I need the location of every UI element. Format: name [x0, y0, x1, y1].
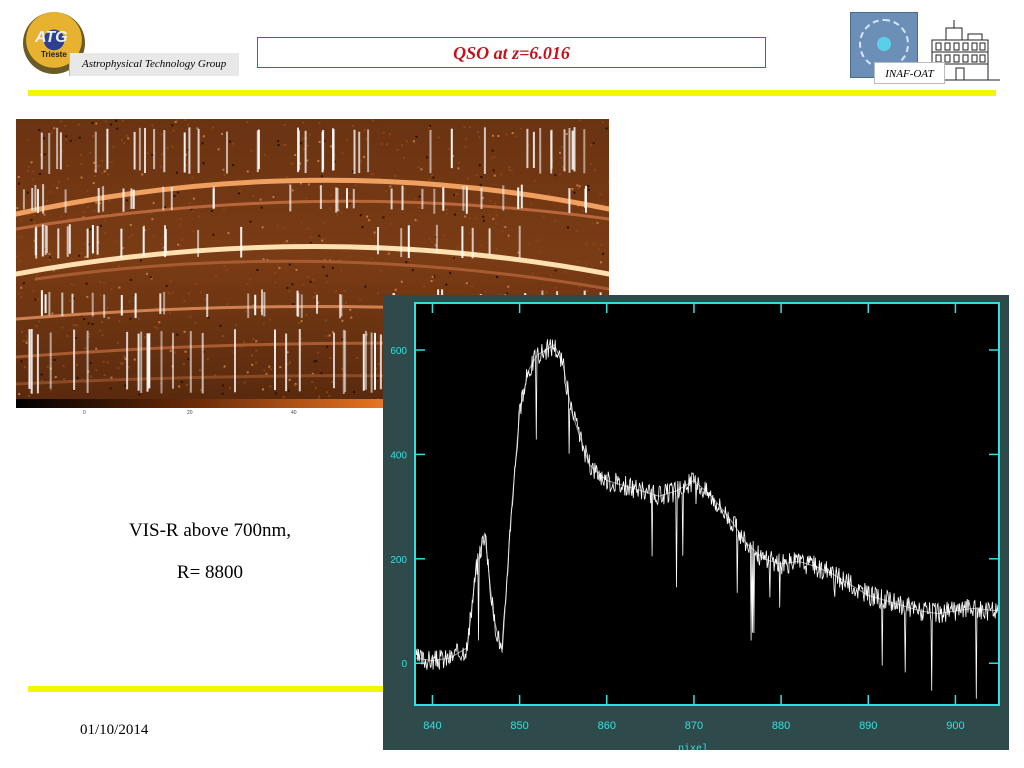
slide-date: 01/10/2014 — [80, 722, 149, 738]
y-tick-label: 400 — [390, 450, 407, 461]
yellow-divider-bottom — [28, 686, 388, 692]
colorbar-tick: 0 — [83, 410, 86, 416]
x-tick-label: 860 — [598, 720, 616, 732]
atg-logo-subtext: Trieste — [41, 50, 67, 59]
atg-logo-text: ATG — [35, 29, 68, 46]
slide-title: QSO at z=6.016 — [257, 37, 766, 68]
group-name: Astrophysical Technology Group — [69, 53, 239, 76]
x-tick-label: 870 — [685, 720, 703, 732]
y-tick-label: 600 — [390, 346, 407, 357]
x-tick-label: 850 — [510, 720, 528, 732]
x-tick-label: 890 — [859, 720, 877, 732]
x-axis-label: pixel — [678, 743, 708, 750]
inaf-label: INAF-OAT — [874, 62, 945, 84]
yellow-divider-top — [28, 90, 996, 96]
colorbar-tick: 40 — [291, 410, 297, 416]
x-tick-label: 880 — [772, 720, 790, 732]
colorbar-tick: 20 — [187, 410, 193, 416]
caption-line-2: R= 8800 — [176, 562, 244, 583]
caption-line-1: VIS-R above 700nm, — [128, 520, 291, 541]
x-tick-label: 900 — [946, 720, 964, 732]
spectrum-plot: 840 850 860 870 880 890 900 0 200 400 600 pixel — [383, 295, 1009, 750]
y-tick-label: 0 — [401, 659, 407, 670]
y-tick-label: 200 — [390, 555, 407, 566]
x-tick-label: 840 — [423, 720, 441, 732]
